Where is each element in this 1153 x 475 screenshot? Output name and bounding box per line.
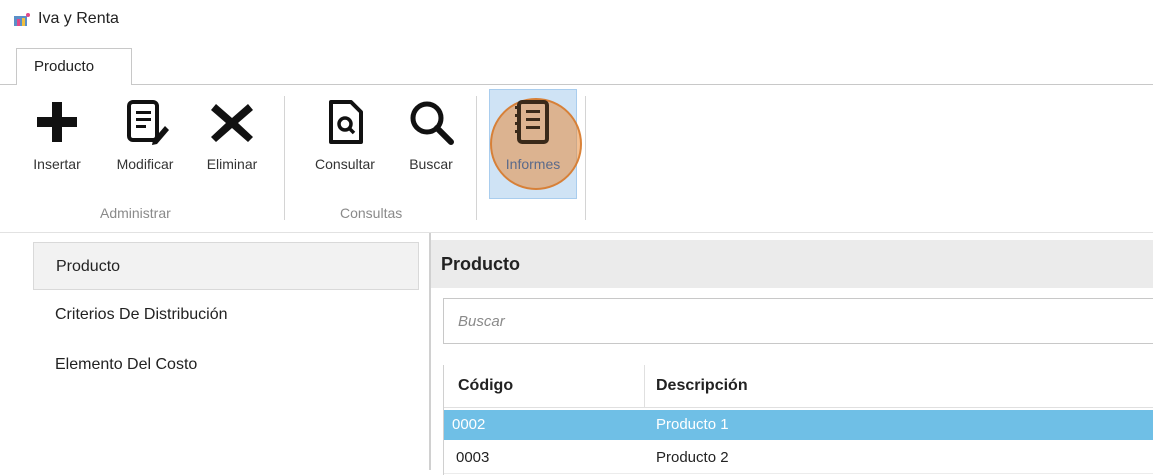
panel-header: Producto	[431, 240, 1153, 288]
title-bar: Iva y Renta	[0, 0, 1153, 40]
search-input[interactable]	[444, 299, 1153, 343]
cell-codigo: 0003	[456, 449, 490, 466]
table-header: Código Descripción	[444, 365, 1153, 408]
modify-button[interactable]: Modificar	[102, 96, 188, 172]
table-row[interactable]: 0003 Producto 2	[444, 443, 1153, 474]
consult-button[interactable]: Consultar	[298, 96, 392, 172]
sidebar-item-elemento-costo[interactable]: Elemento Del Costo	[33, 342, 419, 390]
insert-button[interactable]: Insertar	[14, 96, 100, 172]
reports-label: Informes	[505, 156, 561, 172]
tab-label: Producto	[34, 58, 95, 75]
column-header-codigo[interactable]: Código	[458, 377, 513, 395]
delete-button[interactable]: Eliminar	[192, 96, 272, 172]
modify-label: Modificar	[116, 156, 174, 172]
column-header-descripcion[interactable]: Descripción	[656, 377, 748, 395]
table-row[interactable]: 0002 Producto 1	[444, 410, 1153, 440]
data-table: Código Descripción 0002 Producto 1 0003 …	[443, 365, 1153, 475]
plus-icon	[37, 102, 77, 142]
sidebar-item-criterios[interactable]: Criterios De Distribución	[33, 292, 419, 340]
group-label-administrar: Administrar	[100, 205, 171, 221]
sidebar-item-label: Criterios De Distribución	[55, 306, 228, 323]
sidebar-item-label: Producto	[56, 258, 121, 275]
delete-label: Eliminar	[206, 156, 258, 172]
ribbon-bottom-divider	[0, 232, 1153, 233]
search-document-icon	[329, 100, 363, 144]
column-divider[interactable]	[644, 365, 645, 407]
insert-label: Insertar	[33, 156, 81, 172]
edit-document-icon	[127, 100, 169, 145]
search-icon	[410, 101, 454, 145]
search-field[interactable]	[443, 298, 1153, 344]
page-title: Producto	[441, 254, 520, 274]
group-label-consultas: Consultas	[340, 205, 403, 221]
reports-button[interactable]: Informes	[490, 96, 576, 172]
window-title: Iva y Renta	[38, 10, 119, 27]
consult-label: Consultar	[315, 156, 375, 172]
tab-producto[interactable]: Producto	[16, 48, 132, 85]
sidebar-item-label: Elemento Del Costo	[55, 356, 198, 373]
sidebar-item-producto[interactable]: Producto	[33, 242, 419, 290]
close-icon	[211, 104, 253, 142]
report-icon	[515, 100, 549, 144]
cell-descripcion: Producto 1	[656, 416, 729, 433]
ribbon-separator	[284, 96, 285, 220]
ribbon-separator	[476, 96, 477, 220]
cell-codigo: 0002	[452, 416, 486, 433]
cell-descripcion: Producto 2	[656, 449, 729, 466]
search-button[interactable]: Buscar	[396, 96, 466, 172]
ribbon-separator	[585, 96, 586, 220]
search-label: Buscar	[409, 156, 453, 172]
app-icon	[14, 13, 30, 26]
